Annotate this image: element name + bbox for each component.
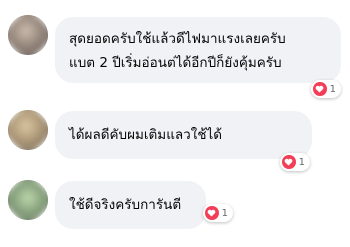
reaction-badge[interactable]: 1 [280,153,310,171]
reaction-badge[interactable]: 1 [311,80,341,98]
comment-text-line: ใช้ดีจริงครับการันตี [69,197,182,213]
reaction-badge[interactable]: 1 [203,204,233,222]
avatar[interactable] [8,110,48,150]
comment-bubble: ได้ผลดีคับผมเติมแลวใช้ได้ [55,111,312,159]
comment-bubble: สุดยอดครับใช้แล้วดีไฟมาแรงเลยครับ แบต 2 … [55,17,341,83]
reaction-count: 1 [329,83,336,95]
avatar[interactable] [8,15,48,55]
comment-text-line: ได้ผลดีคับผมเติมแลวใช้ได้ [69,127,223,143]
avatar[interactable] [8,180,48,220]
reaction-count: 1 [221,207,228,219]
heart-icon [313,82,327,96]
reaction-count: 1 [298,156,305,168]
comment-bubble: ใช้ดีจริงครับการันตี [55,181,206,229]
heart-icon [282,155,296,169]
heart-icon [205,206,219,220]
comment-text-line: สุดยอดครับใช้แล้วดีไฟมาแรงเลยครับ [69,31,286,47]
comment-text-line: แบต 2 ปีเริ่มอ่อนต่ได้อีกปีก็ยังคุ้มครับ [69,55,282,71]
